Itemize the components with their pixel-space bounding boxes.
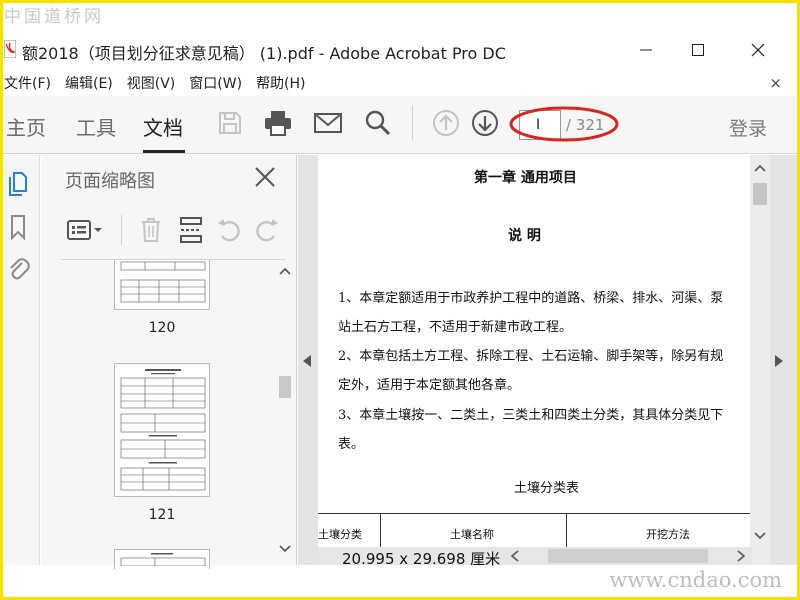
pdf-file-icon: [4, 40, 16, 58]
scroll-left-icon[interactable]: [510, 550, 520, 562]
thumbnail-table-preview: [120, 261, 206, 303]
page-thumbnail[interactable]: [114, 363, 210, 497]
arrow-down-circle-icon: [472, 110, 498, 136]
scroll-down-icon[interactable]: [278, 544, 292, 554]
page-thumbnails-icon[interactable]: [6, 169, 30, 197]
thumbnail-table-preview: [120, 553, 206, 567]
delete-page-button[interactable]: [137, 215, 165, 245]
toolbar-separator: [412, 106, 413, 140]
table-header-cell: 开挖方法: [646, 528, 690, 541]
table-header-cell: 土壤分类: [318, 528, 362, 541]
paragraph-line: 表。: [338, 437, 365, 452]
collapse-right-arrow-icon[interactable]: [773, 355, 783, 367]
login-button[interactable]: 登录: [729, 114, 767, 141]
menu-help[interactable]: 帮助(H): [250, 73, 313, 93]
left-navigation-pane: [0, 155, 40, 565]
panel-title: 页面缩略图: [65, 171, 155, 192]
printer-icon: [265, 111, 291, 136]
menu-file[interactable]: 文件(F): [0, 73, 59, 93]
rotate-left-button[interactable]: [215, 215, 243, 245]
table-header-cell: 土壤名称: [450, 528, 494, 541]
tab-tools[interactable]: 工具: [76, 112, 116, 141]
scroll-up-icon[interactable]: [753, 163, 767, 173]
horizontal-scrollbar-thumb[interactable]: [548, 549, 708, 563]
page-thumbnail[interactable]: [114, 260, 210, 310]
extract-pages-icon: [180, 217, 202, 243]
envelope-icon: [314, 113, 342, 133]
rotate-left-icon: [218, 219, 240, 242]
watermark-top: 中国道桥网: [4, 7, 104, 27]
section-title: 说 明: [508, 228, 541, 244]
email-button[interactable]: [312, 108, 344, 138]
menu-view[interactable]: 视图(V): [121, 73, 184, 93]
minimize-icon: [640, 49, 652, 51]
save-icon: [219, 112, 241, 134]
maximize-button[interactable]: [678, 36, 718, 64]
options-list-icon: [67, 220, 102, 240]
print-button[interactable]: [262, 108, 294, 138]
page-thumbnail[interactable]: [114, 549, 210, 569]
paragraph-line: 定外，适用于本定额其他各章。: [338, 378, 521, 393]
trash-icon: [142, 218, 160, 242]
scroll-up-icon[interactable]: [278, 266, 292, 276]
bookmark-icon[interactable]: [6, 213, 30, 241]
arrow-up-circle-icon: [433, 110, 459, 136]
extract-page-button[interactable]: [177, 215, 205, 245]
table-border: [318, 513, 750, 514]
thumbnail-table-preview: [120, 369, 206, 491]
thumbnail-panel: 页面缩略图 120 121: [41, 155, 297, 569]
search-icon: [365, 110, 391, 136]
collapse-left-arrow-icon[interactable]: [303, 355, 313, 367]
status-bar: 20.995 x 29.698 厘米: [318, 547, 752, 568]
document-view: 第一章 通用项目 说 明 1、本章定额适用于市政养护工程中的道路、桥梁、排水、河…: [298, 155, 798, 565]
close-document-button[interactable]: ×: [769, 74, 782, 92]
paragraph-line: 2、本章包括土方工程、拆除工程、土石运输、脚手架等，除另有规: [338, 349, 724, 364]
next-page-button[interactable]: [469, 108, 501, 138]
table-title: 土壤分类表: [514, 481, 580, 496]
options-menu-button[interactable]: [65, 215, 105, 245]
menu-window[interactable]: 窗口(W): [183, 73, 250, 93]
paragraph-line: 站土石方工程，不适用于新建市政工程。: [338, 320, 573, 335]
attachment-icon[interactable]: [6, 255, 30, 283]
paragraph-line: 1、本章定额适用于市政养护工程中的道路、桥梁、排水、河渠、泵: [338, 291, 724, 306]
maximize-icon: [692, 44, 704, 56]
tool-separator: [121, 215, 122, 245]
thumbnail-page-label: 120: [148, 320, 176, 336]
search-button[interactable]: [362, 108, 394, 138]
red-circle-annotation: [509, 106, 619, 142]
menu-bar: 文件(F) 编辑(E) 视图(V) 窗口(W) 帮助(H) ×: [0, 72, 800, 94]
active-tab-indicator: [143, 150, 185, 153]
thumbnail-tools: [63, 213, 293, 247]
minimize-button[interactable]: [626, 36, 666, 64]
tab-home[interactable]: 主页: [6, 112, 46, 141]
rotate-right-button[interactable]: [253, 215, 281, 245]
pdf-page: 第一章 通用项目 说 明 1、本章定额适用于市政养护工程中的道路、桥梁、排水、河…: [318, 155, 750, 555]
chapter-title: 第一章 通用项目: [474, 170, 577, 186]
previous-page-button[interactable]: [430, 108, 462, 138]
title-bar: 额2018（项目划分征求意见稿） (1).pdf - Adobe Acrobat…: [0, 28, 800, 72]
menu-edit[interactable]: 编辑(E): [59, 73, 121, 93]
watermark-bottom: www.cndao.com: [609, 568, 782, 592]
thumbnail-page-label: 121: [148, 507, 176, 523]
close-window-button[interactable]: [738, 36, 778, 64]
thumbnail-scrollbar[interactable]: [275, 260, 295, 560]
window-title: 额2018（项目划分征求意见稿） (1).pdf - Adobe Acrobat…: [22, 44, 506, 63]
main-toolbar: 主页 工具 文档: [0, 96, 800, 154]
save-button[interactable]: [214, 108, 246, 138]
scroll-down-icon[interactable]: [753, 531, 767, 541]
scrollbar-thumb[interactable]: [753, 183, 767, 205]
document-scrollbar[interactable]: [750, 155, 770, 565]
paragraph-line: 3、本章土壤按一、二类土，三类土和四类土分类，其具体分类见下: [338, 408, 724, 423]
tab-document[interactable]: 文档: [143, 112, 183, 141]
close-panel-icon[interactable]: [253, 165, 277, 189]
scrollbar-thumb[interactable]: [279, 376, 291, 398]
rotate-right-icon: [256, 219, 278, 242]
page-size-readout: 20.995 x 29.698 厘米: [342, 550, 501, 568]
close-icon: [751, 43, 765, 57]
scroll-right-icon[interactable]: [736, 550, 746, 562]
